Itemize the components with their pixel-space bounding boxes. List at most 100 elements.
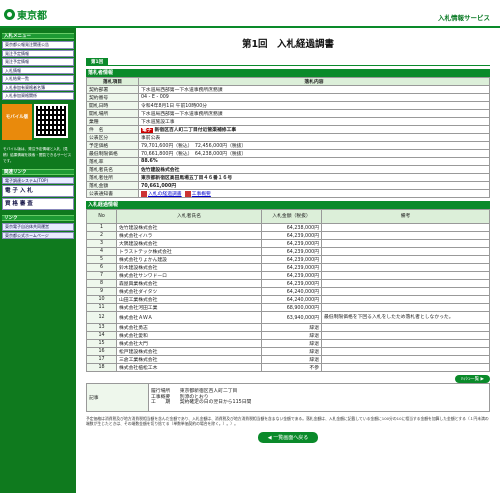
bid-no: 3 <box>86 239 117 248</box>
sidebar-link-bid-results[interactable]: 入札結果一覧 <box>2 75 74 83</box>
bid-amount: 68,900,000円 <box>261 303 322 312</box>
tab-round-1[interactable]: 第1回 <box>86 58 109 66</box>
sidebar-link-order-plan-2[interactable]: 発注予定情報 <box>2 58 74 66</box>
bid-row: 2 株式会社イハラ 64,239,000円 <box>86 231 490 240</box>
bid-amount: 63,940,000円 <box>261 311 322 324</box>
info-value: 70,661,800円（税込） 64,238,000円（税抜） <box>138 149 490 158</box>
sidebar-link-order-plan[interactable]: 発注予定情報 <box>2 49 74 57</box>
info-row: 落札率 88.6% <box>86 157 490 166</box>
bidder-name: 松戸建設株式会社 <box>116 347 262 356</box>
col-remarks: 備考 <box>321 209 490 224</box>
info-value: 東京都新宿区高田馬場五丁目４６番１６号 <box>138 173 490 182</box>
bid-no: 8 <box>86 279 117 288</box>
bid-amount: 64,239,000円 <box>261 231 322 240</box>
bid-no: 5 <box>86 255 117 264</box>
col-bidder: 入札者氏名 <box>116 209 262 224</box>
sidebar-link-qualified-list[interactable]: 入札参加有資格者名簿 <box>2 83 74 91</box>
bid-remark <box>321 295 490 304</box>
pdf-icon <box>141 190 147 197</box>
bid-no: 1 <box>86 223 117 232</box>
bid-row: 10 山田工業株式会社 64,240,000円 <box>86 295 490 304</box>
bid-row: 14 株式会社愛和 辞退 <box>86 331 490 340</box>
info-key: 最低制限価格 <box>86 149 139 158</box>
info-value-text: 事前公表 <box>141 136 161 141</box>
info-value-text: 88.6% <box>141 159 158 164</box>
info-key: 落札者氏名 <box>86 165 139 174</box>
sidebar-link-tokyo-official[interactable]: 東京都公式ホームページ <box>2 231 74 239</box>
sidebar-link-e-bidding[interactable]: 電 子 入 札 <box>2 185 74 197</box>
bid-row: 6 鈴木建設株式会社 64,239,000円 <box>86 263 490 272</box>
notes-line: 工 期 契約確定の日の翌日から115日間 <box>151 400 252 406</box>
col-amount: 入札金額（税抜） <box>261 209 322 224</box>
notes-content: 履行場所 東京都新宿区百人町二丁目 工事概要 別添のとおり 工 期 契約確定の日… <box>148 383 490 412</box>
info-row: 開札場所 下水道局西部第一下水道事務所庶務課 <box>86 109 490 118</box>
info-row: 最低制限価格 70,661,800円（税込） 64,238,000円（税抜） <box>86 149 490 158</box>
site-header: 東京都 入札情報サービス <box>0 0 500 26</box>
service-name: 入札情報サービス <box>438 14 490 22</box>
notice-link-bid-record[interactable]: 入札の経過調書 <box>148 192 182 197</box>
back-to-list-button[interactable]: ◀ 一覧画面へ戻る <box>257 432 319 443</box>
bid-no: 18 <box>86 363 117 372</box>
bid-no: 15 <box>86 339 117 348</box>
info-value: 79,701,600円（税込） 72,456,000円（税抜） <box>138 141 490 150</box>
bid-remark <box>321 347 490 356</box>
info-value-text: 東京都新宿区高田馬場五丁目４６番１６号 <box>141 176 233 181</box>
bidder-name: 株式会社ＡＷＡ <box>116 311 262 324</box>
page-title: 第1回 入札経過調書 <box>241 39 335 50</box>
bid-row: 13 株式会社勇志 辞退 <box>86 323 490 332</box>
tokyo-logo[interactable]: 東京都 <box>4 7 47 22</box>
info-key: 開札場所 <box>86 109 139 118</box>
sidebar-link-qualification[interactable]: 入札参加資格関係 <box>2 92 74 100</box>
mobile-button[interactable]: モバイル版 <box>2 103 32 140</box>
bid-row: 15 株式会社大門 辞退 <box>86 339 490 348</box>
bid-amount: 不参 <box>261 363 322 372</box>
electronic-badge: 電子 <box>141 128 153 133</box>
info-row: 契約部署 下水道局西部第一下水道事務所庶務課 <box>86 85 490 94</box>
sidebar-link-e-government[interactable]: 東京電子自治体共同運営 <box>2 223 74 231</box>
info-key: 契約番号 <box>86 93 139 102</box>
info-key: 契約部署 <box>86 85 139 94</box>
notes-table: 記事 履行場所 東京都新宿区百人町二丁目 工事概要 別添のとおり 工 期 契約確… <box>86 383 490 412</box>
bid-amount: 辞退 <box>261 339 322 348</box>
sidebar-link-qualification-review[interactable]: 資 格 審 査 <box>2 198 74 210</box>
bid-amount: 辞退 <box>261 323 322 332</box>
bidder-name: トラストテック株式会社 <box>116 247 262 256</box>
bidder-name: 鈴木建設株式会社 <box>116 263 262 272</box>
bid-remark <box>321 263 490 272</box>
bid-amount: 64,239,000円 <box>261 247 322 256</box>
bid-remark <box>321 255 490 264</box>
info-row: 開札日時 令和4年8月1日 午前10時00分 <box>86 101 490 110</box>
sidebar-link-gazette[interactable]: 東京都公報発注関連公告 <box>2 41 74 49</box>
info-value-text: 70,661,000円 <box>141 184 177 189</box>
bid-remark <box>321 363 490 372</box>
bid-remark <box>321 303 490 312</box>
bidder-name: 株式会社愛和 <box>116 331 262 340</box>
sidebar-link-bid-info[interactable]: 入札情報 <box>2 66 74 74</box>
winner-section-heading: 落札者情報 <box>86 69 490 77</box>
info-value: 88.6% <box>138 157 490 166</box>
sidebar-link-e-procurement[interactable]: 電子調達システム(TOP) <box>2 176 74 184</box>
bid-remark <box>321 223 490 232</box>
bidder-name: 株式会社ダイタツ <box>116 287 262 296</box>
bidder-name: 株式会社勇志 <box>116 323 262 332</box>
bid-no: 16 <box>86 347 117 356</box>
info-value: 事前公表 <box>138 133 490 142</box>
notice-link-work-summary[interactable]: 工事概要 <box>192 192 211 197</box>
bid-no: 17 <box>86 355 117 364</box>
bid-amount: 64,238,000円 <box>261 223 322 232</box>
bid-remark <box>321 287 490 296</box>
bids-table: No 入札者氏名 入札金額（税抜） 備考 1 佐竹建設株式会社 64,238,000… <box>86 209 490 372</box>
bidder-name: 山田工業株式会社 <box>116 295 262 304</box>
logo-text: 東京都 <box>17 10 47 22</box>
menu-heading: 入札メニュー <box>2 33 74 39</box>
sidebar: 入札メニュー 東京都公報発注関連公告 発注予定情報 発注予定情報 入札情報 入札… <box>0 28 76 493</box>
bid-row: 3 大隅建設株式会社 64,239,000円 <box>86 239 490 248</box>
bid-row: 18 株式会社植松工木 不参 <box>86 363 490 372</box>
bid-row: 9 株式会社ダイタツ 64,240,000円 <box>86 287 490 296</box>
bid-remark <box>321 331 490 340</box>
next-list-button[interactable]: ﾊｯｼｭ一覧 ▶ <box>455 375 490 383</box>
bid-amount: 64,239,000円 <box>261 255 322 264</box>
bid-no: 12 <box>86 311 117 324</box>
bid-row: 16 松戸建設株式会社 辞退 <box>86 347 490 356</box>
info-value: 70,661,000円 <box>138 181 490 190</box>
